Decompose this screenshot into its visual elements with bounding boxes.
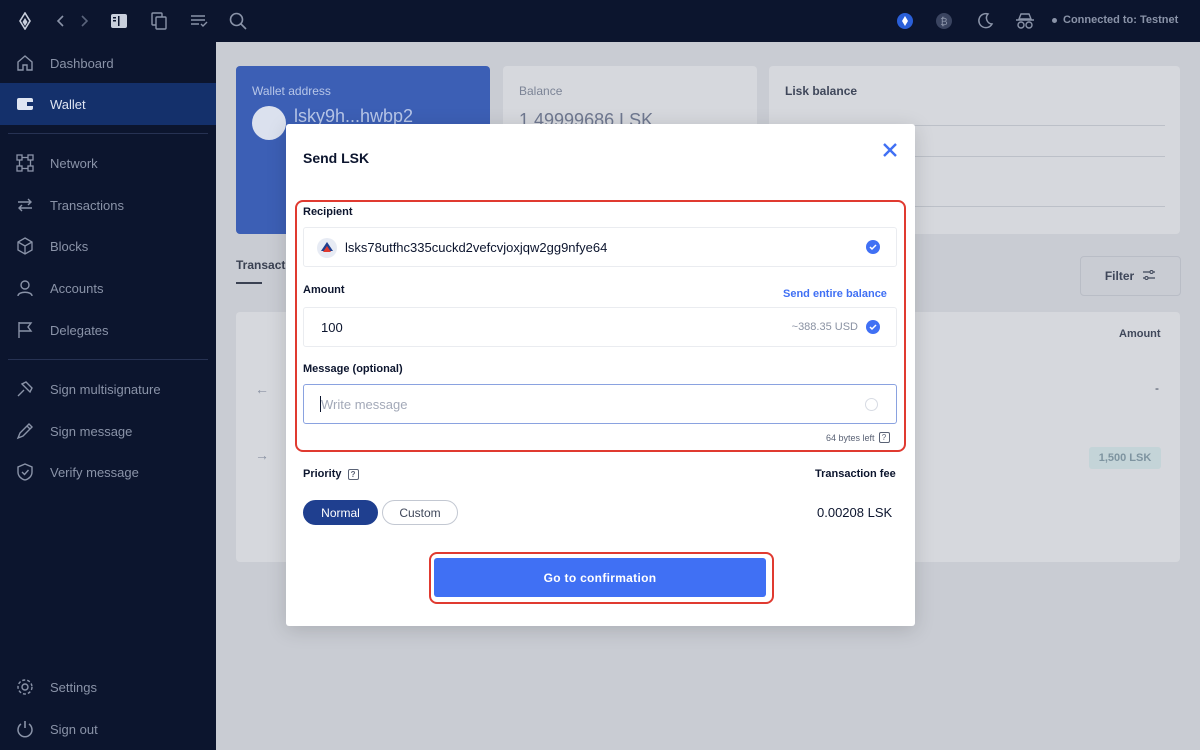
filter-label: Filter [1104,269,1135,283]
sidebar-item-label: Sign out [50,721,98,737]
check-icon [866,320,880,334]
sidebar-item-label: Delegates [50,322,109,338]
send-lsk-dialog: Send LSK Recipient lsks78utfhc335cuckd2v… [286,124,915,626]
close-icon[interactable] [878,138,902,162]
sidebar-item-label: Settings [50,679,97,695]
pen-icon [16,422,34,440]
accounts-icon [16,279,34,297]
sidebar-item-label: Verify message [50,464,139,480]
svg-text:₿: ₿ [940,16,947,28]
tab-underline [236,282,262,284]
balance-label: Balance [519,84,563,98]
sidebar-item-sign-out[interactable]: Sign out [0,708,216,750]
priority-label-group: Priority ? [303,468,359,480]
sidebar-item-label: Transactions [50,197,124,213]
connection-status-text: Connected to: Testnet [1063,14,1179,26]
dialog-title: Send LSK [303,150,370,166]
message-placeholder: Write message [321,397,408,412]
forward-icon[interactable] [75,11,95,31]
sidebar-item-sign-multisignature[interactable]: Sign multisignature [0,368,216,410]
sidebar-item-sign-message[interactable]: Sign message [0,410,216,452]
lisk-logo-icon[interactable] [15,11,35,31]
status-dot [1052,17,1057,23]
send-entire-balance-link[interactable]: Send entire balance [783,288,887,300]
amount-usd-estimate: ~388.35 USD [791,321,858,333]
sidebar-item-delegates[interactable]: Delegates [0,309,216,351]
recipient-field[interactable]: lsks78utfhc335cuckd2vefcvjoxjqw2gg9nfye6… [303,227,897,267]
priority-label: Priority [303,468,342,480]
avatar [252,106,286,140]
bookmark-icon[interactable] [109,11,129,31]
help-icon[interactable]: ? [878,432,890,443]
sidebar-item-label: Sign message [50,423,133,439]
flag-icon [16,321,34,339]
amount-label: Amount [303,284,345,296]
transaction-fee-label: Transaction fee [815,468,896,480]
copy-icon[interactable] [149,11,169,31]
outgoing-arrow-icon: → [255,447,269,463]
home-icon [16,54,34,72]
sidebar-item-transactions[interactable]: Transactions [0,184,216,226]
message-label: Message (optional) [303,363,403,375]
priority-custom-button[interactable]: Custom [382,500,458,525]
list-icon[interactable] [189,11,209,31]
sidebar-item-verify-message[interactable]: Verify message [0,451,216,493]
amount-column-header: Amount [1119,328,1161,340]
priority-normal-button[interactable]: Normal [303,500,378,525]
search-icon[interactable] [228,11,248,31]
recipient-label: Recipient [303,206,353,218]
sidebar-item-label: Blocks [50,238,89,254]
help-icon[interactable]: ? [347,468,359,480]
transaction-fee-value: 0.00208 LSK [817,505,893,520]
dark-mode-icon[interactable] [975,11,995,31]
recipient-avatar [317,238,337,258]
amount-input[interactable]: 100 ~388.35 USD [303,307,897,347]
wallet-address-label: Wallet address [252,84,331,98]
sidebar-item-network[interactable]: Network [0,142,216,184]
gear-icon [16,678,34,696]
sidebar-item-dashboard[interactable]: Dashboard [0,42,216,84]
sidebar-item-wallet[interactable]: Wallet [0,83,216,125]
amount-pill: 1,500 LSK [1089,447,1161,469]
multisig-icon [16,380,34,398]
power-icon [16,720,34,738]
sidebar-item-label: Accounts [50,280,104,296]
top-bar: ₿ Connected to: Testnet [0,0,1200,42]
tab-transactions[interactable]: Transact [236,258,285,272]
sidebar-divider [8,359,208,360]
bytes-left-text: 64 bytes left [826,432,875,443]
bitcoin-icon[interactable]: ₿ [934,11,954,31]
sidebar-item-label: Wallet [50,96,86,112]
transactions-icon [16,196,34,214]
lisk-balance-title: Lisk balance [785,84,858,98]
sidebar-item-blocks[interactable]: Blocks [0,225,216,267]
sidebar-item-label: Dashboard [50,55,114,71]
sidebar: Dashboard Wallet Network Transactions Bl… [0,42,216,750]
incoming-arrow-icon: ← [255,381,269,397]
back-icon[interactable] [50,11,70,31]
message-input[interactable]: Write message [303,384,897,424]
sidebar-divider [8,133,208,134]
sidebar-item-label: Network [50,155,98,171]
amount-cell: - [1155,381,1159,395]
sidebar-item-accounts[interactable]: Accounts [0,267,216,309]
amount-value: 100 [321,320,343,335]
network-icon [16,154,34,172]
check-icon [866,240,880,254]
blocks-icon [16,237,34,255]
recipient-address: lsks78utfhc335cuckd2vefcvjoxjqw2gg9nfye6… [345,240,608,255]
sidebar-item-settings[interactable]: Settings [0,666,216,708]
shield-icon [16,463,34,481]
filter-button[interactable]: Filter [1080,256,1181,296]
lisk-token-icon[interactable] [895,11,915,31]
status-circle-icon [865,398,878,411]
filter-icon [1142,269,1156,284]
bytes-left-indicator: 64 bytes left ? [826,432,890,443]
incognito-icon[interactable] [1015,11,1035,31]
go-to-confirmation-button[interactable]: Go to confirmation [434,558,766,597]
connection-status: Connected to: Testnet [1052,14,1178,26]
sidebar-item-label: Sign multisignature [50,381,161,397]
wallet-icon [16,95,34,113]
